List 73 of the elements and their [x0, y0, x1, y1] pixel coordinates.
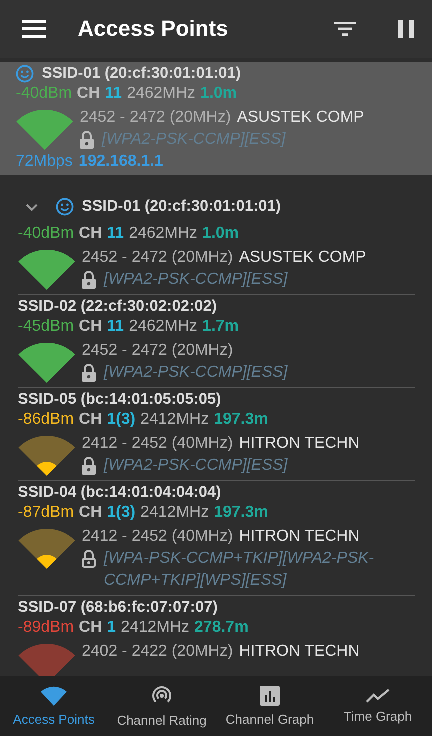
- frequency-text: 2462MHz: [129, 318, 198, 336]
- distance-text: 1.0m: [202, 225, 240, 243]
- frequency-text: 2412MHz: [140, 411, 210, 429]
- access-point-row[interactable]: SSID-02 (22:cf:30:02:02:02) -45dBm CH 11 2462MHz 1.7m 2452 - 2472 (20MHz) [WPA2-PSK-CCMP][ESS]: [18, 294, 415, 387]
- channel-label: CH: [79, 411, 102, 429]
- security-text: [WPA-PSK-CCMP+TKIP][WPA2-PSK-CCMP+TKIP][WPS][ESS]: [104, 549, 376, 591]
- frequency-text: 2462MHz: [129, 225, 198, 243]
- ssid-text: SSID-01 (20:cf:30:01:01:01): [42, 64, 242, 82]
- channel-label: CH: [79, 619, 102, 637]
- range-text: 2452 - 2472 (20MHz): [82, 342, 234, 360]
- ssid-text: SSID-05 (bc:14:01:05:05:05): [18, 390, 222, 408]
- frequency-text: 2412MHz: [121, 619, 190, 637]
- access-point-row[interactable]: SSID-01 (20:cf:30:01:01:01) -40dBm CH 11 2462MHz 1.0m 2452 - 2472 (20MHz) ASUSTEK COMP [WPA2-PSK-CCMP][ESS]: [18, 193, 415, 294]
- vendor-text: HITRON TECHN: [239, 643, 360, 661]
- wifi-icon: [41, 686, 67, 706]
- range-text: 2452 - 2472 (20MHz): [82, 249, 234, 267]
- signal-icon: [18, 250, 76, 290]
- channel-label: CH: [79, 225, 102, 243]
- vendor-text: HITRON TECHN: [239, 435, 360, 453]
- channel-label: CH: [79, 318, 102, 336]
- distance-text: 197.3m: [214, 504, 268, 522]
- signal-icon: [16, 110, 74, 150]
- security-text: [WPA2-PSK-CCMP][ESS]: [104, 456, 288, 476]
- range-text: 2402 - 2422 (20MHz): [82, 643, 234, 661]
- channel-text: 1(3): [107, 504, 136, 522]
- range-text: 2412 - 2452 (40MHz): [82, 435, 234, 453]
- signal-icon: [18, 529, 76, 569]
- ip-address-text: 192.168.1.1: [78, 153, 164, 171]
- rssi-text: -40dBm: [16, 85, 72, 103]
- security-text: [WPA2-PSK-CCMP][ESS]: [102, 130, 286, 150]
- vendor-text: HITRON TECHN: [239, 528, 360, 546]
- ssid-text: SSID-02 (22:cf:30:02:02:02): [18, 298, 218, 316]
- frequency-text: 2462MHz: [127, 85, 196, 103]
- channel-text: 11: [107, 318, 124, 336]
- rssi-text: -87dBm: [18, 504, 74, 522]
- bar-chart-icon: [260, 686, 280, 706]
- ssid-text: SSID-04 (bc:14:01:04:04:04): [18, 484, 222, 502]
- nav-tab[interactable]: Access Points: [0, 676, 108, 736]
- channel-label: CH: [79, 504, 102, 522]
- signal-icon: [18, 644, 76, 676]
- access-point-row[interactable]: SSID-05 (bc:14:01:05:05:05) -86dBm CH 1(3) 2412MHz 197.3m 2412 - 2452 (40MHz) HITRON TECHN [WPA2-PSK-CCMP][ESS]: [18, 387, 415, 480]
- access-point-row[interactable]: SSID-04 (bc:14:01:04:04:04) -87dBm CH 1(3) 2412MHz 197.3m 2412 - 2452 (40MHz) HITRON TECHN [WPA-PSK-CCMP+TKIP][WPA2-PSK-CCMP+TKIP][WPS][ESS]: [18, 480, 415, 595]
- nav-tab[interactable]: Channel Graph: [216, 676, 324, 736]
- signal-icon: [18, 436, 76, 476]
- channel-text: 11: [107, 225, 124, 243]
- distance-text: 197.3m: [214, 411, 268, 429]
- frequency-text: 2412MHz: [140, 504, 210, 522]
- channel-label: CH: [77, 85, 100, 103]
- distance-text: 1.7m: [202, 318, 240, 336]
- channel-text: 11: [105, 85, 122, 103]
- signal-icon: [18, 343, 76, 383]
- vendor-text: ASUSTEK COMP: [239, 249, 366, 267]
- rssi-text: -40dBm: [18, 225, 74, 243]
- screen-title: Access Points: [78, 16, 230, 42]
- security-text: [WPA2-PSK-CCMP][ESS]: [104, 270, 288, 290]
- rssi-text: -45dBm: [18, 318, 74, 336]
- ssid-text: SSID-07 (68:b6:fc:07:07:07): [18, 598, 218, 616]
- line-chart-icon: [366, 688, 390, 702]
- rssi-text: -89dBm: [18, 619, 74, 637]
- vendor-text: ASUSTEK COMP: [237, 109, 364, 127]
- rssi-text: -86dBm: [18, 411, 74, 429]
- distance-text: 278.7m: [194, 619, 249, 637]
- channel-text: 1: [107, 619, 116, 637]
- distance-text: 1.0m: [200, 85, 238, 103]
- range-text: 2452 - 2472 (20MHz): [80, 109, 232, 127]
- ssid-text: SSID-01 (20:cf:30:01:01:01): [82, 198, 282, 216]
- channel-text: 1(3): [107, 411, 136, 429]
- nav-tab[interactable]: Time Graph: [324, 676, 432, 736]
- security-text: [WPA2-PSK-CCMP][ESS]: [104, 363, 288, 383]
- nav-tab[interactable]: Channel Rating: [108, 676, 216, 736]
- link-rate-text: 72Mbps: [16, 153, 73, 171]
- connected-card[interactable]: SSID-01 (20:cf:30:01:01:01) -40dBm CH 11 2462MHz 1.0m 2452 - 2472 (20MHz) ASUSTEK COMP [WPA2-PSK-CCMP][ESS] 72Mbps 192.168.1.1: [0, 62, 432, 175]
- range-text: 2412 - 2452 (40MHz): [82, 528, 234, 546]
